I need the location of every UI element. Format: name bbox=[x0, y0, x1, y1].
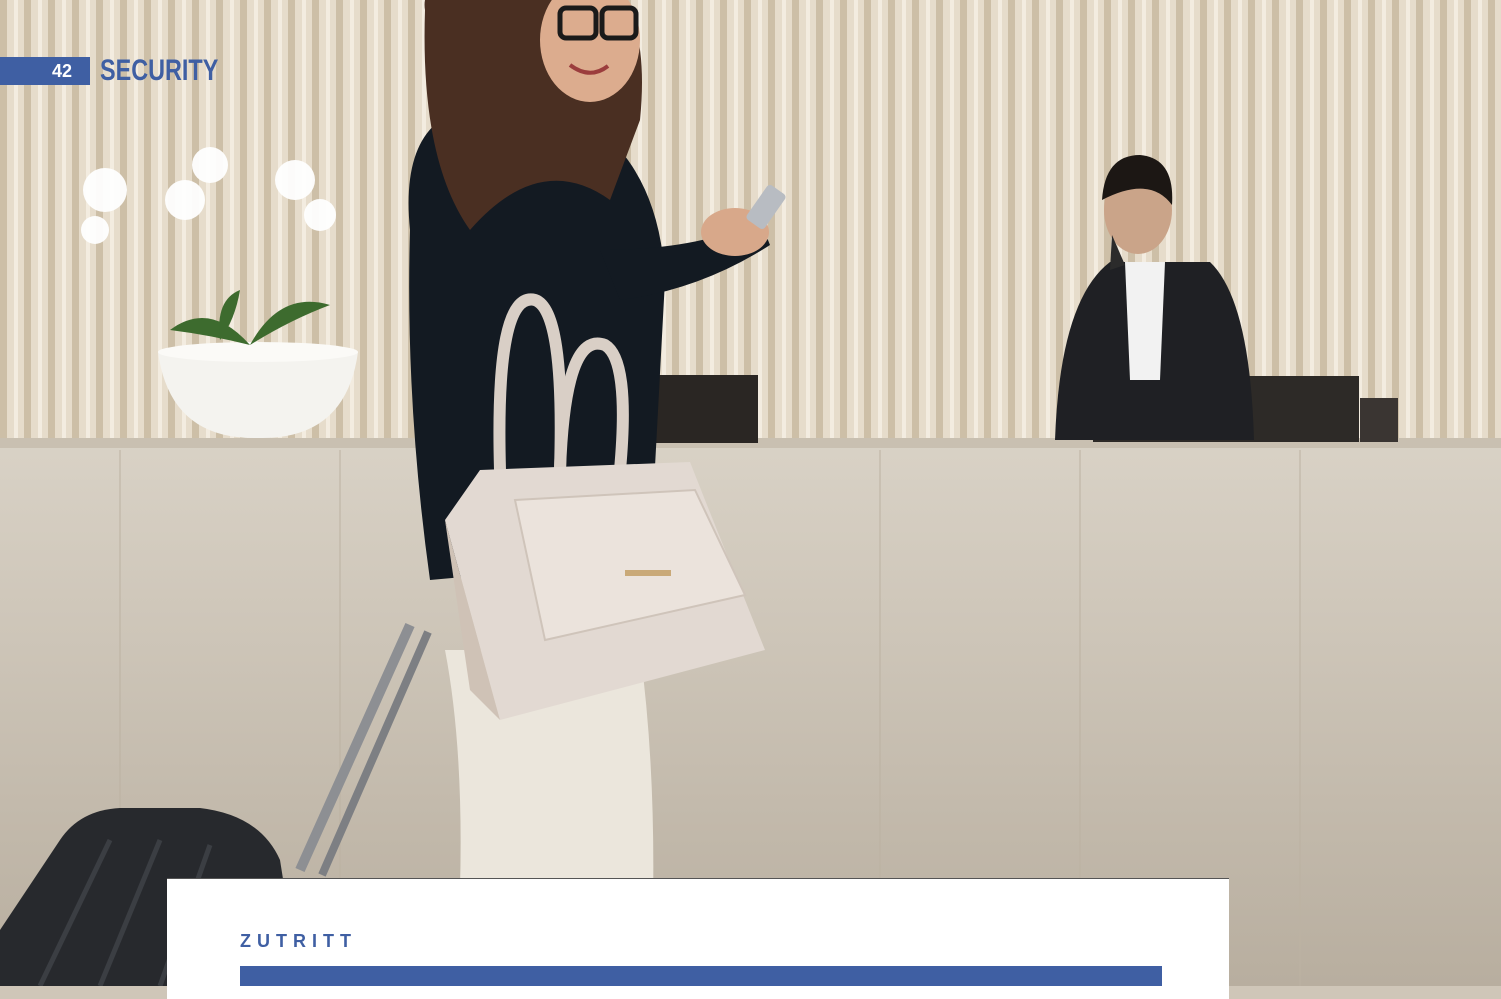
card-kicker: ZUTRITT bbox=[240, 931, 357, 951]
page-header: 42 SECURITY bbox=[0, 54, 252, 87]
accent-bar bbox=[240, 966, 1162, 986]
page-number: 42 bbox=[0, 57, 90, 85]
section-title: SECURITY bbox=[100, 54, 219, 87]
content-card: ZUTRITT bbox=[167, 878, 1229, 999]
hotel-lobby-photo bbox=[0, 0, 1501, 986]
